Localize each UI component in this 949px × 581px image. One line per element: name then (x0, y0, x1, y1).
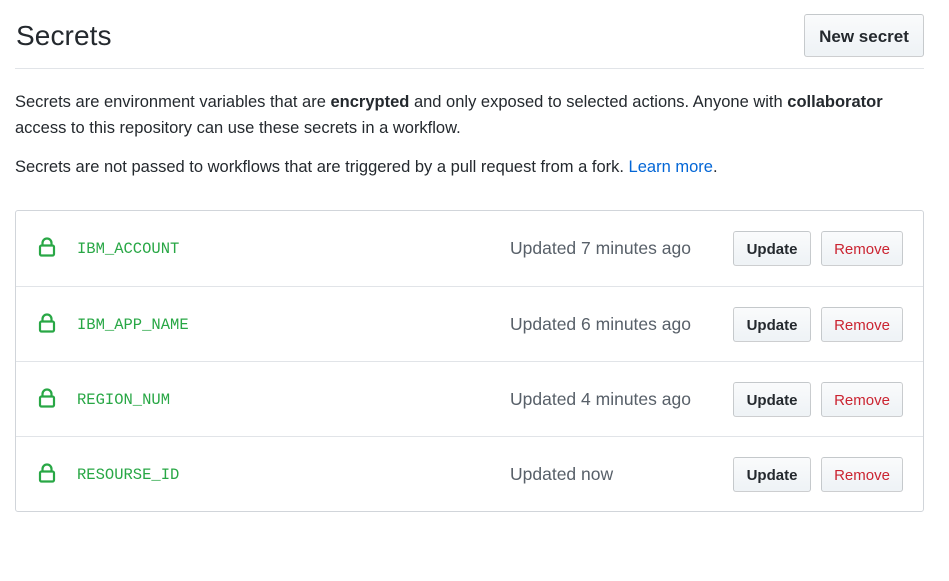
lock-icon (38, 313, 56, 333)
update-secret-button[interactable]: Update (733, 382, 811, 417)
description-bold-collaborator: collaborator (787, 93, 883, 111)
description-bold-encrypted: encrypted (330, 93, 410, 111)
fork-notice-text: Secrets are not passed to workflows that… (15, 158, 629, 176)
secret-name: IBM_APP_NAME (77, 316, 189, 334)
update-secret-button[interactable]: Update (733, 231, 811, 266)
update-secret-button[interactable]: Update (733, 307, 811, 342)
secrets-list: IBM_ACCOUNT Updated 7 minutes ago Update… (15, 210, 924, 512)
secret-name: RESOURSE_ID (77, 466, 180, 484)
secrets-description: Secrets are environment variables that a… (15, 89, 927, 141)
update-secret-button[interactable]: Update (733, 457, 811, 492)
lock-icon (38, 237, 56, 257)
secret-name: REGION_NUM (77, 391, 171, 409)
secret-updated-time: Updated 7 minutes ago (510, 238, 691, 258)
description-text: and only exposed to selected actions. An… (409, 93, 788, 111)
page-header: Secrets New secret (15, 0, 924, 69)
secret-updated-time: Updated 6 minutes ago (510, 314, 691, 334)
page-title: Secrets (16, 20, 112, 51)
learn-more-link[interactable]: Learn more (629, 158, 713, 176)
remove-secret-button[interactable]: Remove (821, 307, 903, 342)
lock-icon (38, 463, 56, 483)
secrets-page: Secrets New secret Secrets are environme… (15, 0, 924, 512)
fork-notice: Secrets are not passed to workflows that… (15, 154, 927, 180)
secret-name: IBM_ACCOUNT (77, 240, 180, 258)
lock-icon (38, 388, 56, 408)
secret-row: REGION_NUM Updated 4 minutes ago Update … (16, 361, 923, 436)
description-text: Secrets are environment variables that a… (15, 93, 331, 111)
secret-updated-time: Updated 4 minutes ago (510, 389, 691, 409)
remove-secret-button[interactable]: Remove (821, 457, 903, 492)
remove-secret-button[interactable]: Remove (821, 382, 903, 417)
remove-secret-button[interactable]: Remove (821, 231, 903, 266)
description-text: access to this repository can use these … (15, 119, 461, 137)
secret-row: RESOURSE_ID Updated now Update Remove (16, 436, 923, 511)
secret-row: IBM_APP_NAME Updated 6 minutes ago Updat… (16, 286, 923, 361)
fork-notice-end: . (712, 158, 718, 176)
secret-row: IBM_ACCOUNT Updated 7 minutes ago Update… (16, 211, 923, 286)
secret-updated-time: Updated now (510, 464, 614, 484)
new-secret-button[interactable]: New secret (804, 14, 924, 57)
